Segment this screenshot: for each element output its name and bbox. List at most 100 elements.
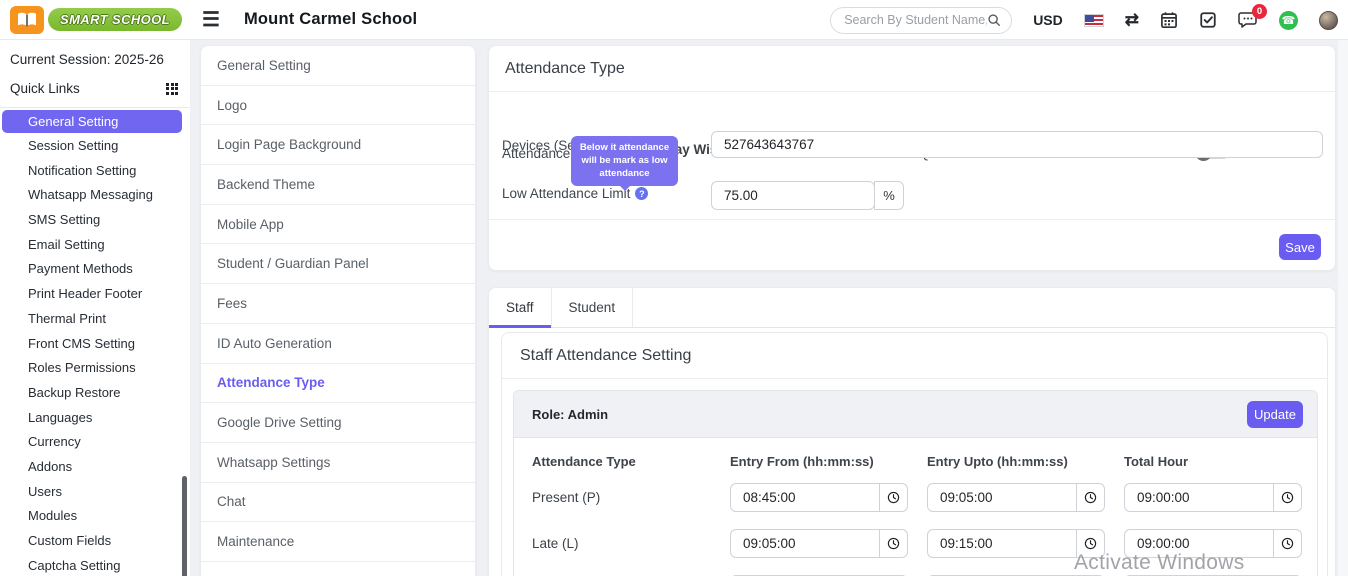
settings-menu-item-attendance-type[interactable]: Attendance Type [201, 364, 475, 404]
column-header-total-hour: Total Hour [1124, 454, 1314, 469]
clock-icon[interactable] [879, 529, 908, 558]
sidebar-item-languages[interactable]: Languages [0, 406, 190, 431]
low-attendance-tooltip: Below it attendance will be mark as low … [571, 136, 678, 186]
attendance-type-label: Late (L) [532, 536, 730, 551]
language-flag-icon[interactable] [1084, 14, 1104, 27]
sidebar-item-notification-setting[interactable]: Notification Setting [0, 159, 190, 184]
sidebar-item-print-header-footer[interactable]: Print Header Footer [0, 282, 190, 307]
header-actions: USD ⇄ 0 ☎ [830, 0, 1338, 40]
sidebar-scrollbar[interactable] [182, 476, 187, 576]
grid-apps-icon[interactable] [166, 83, 178, 95]
sidebar-item-users[interactable]: Users [0, 480, 190, 505]
sidebar-item-session-setting[interactable]: Session Setting [0, 134, 190, 159]
sidebar-item-sms-setting[interactable]: SMS Setting [0, 208, 190, 233]
chat-badge: 0 [1252, 4, 1267, 19]
column-header-entry-from-hh-mm-ss: Entry From (hh:mm:ss) [730, 454, 927, 469]
settings-menu-item-mobile-app[interactable]: Mobile App [201, 205, 475, 245]
attendance-settings-card: Staff Student Staff Attendance Setting R… [488, 287, 1336, 576]
settings-menu-item-logo[interactable]: Logo [201, 86, 475, 126]
top-header: SMART SCHOOL ☰ Mount Carmel School USD ⇄… [0, 0, 1348, 40]
role-admin-panel: Role: Admin Update Attendance TypeEntry … [513, 390, 1318, 576]
role-label: Role: Admin [532, 407, 608, 422]
attendance-type-label: Present (P) [532, 490, 730, 505]
sidebar-item-front-cms-setting[interactable]: Front CMS Setting [0, 332, 190, 357]
sidebar-item-whatsapp-messaging[interactable]: Whatsapp Messaging [0, 183, 190, 208]
page-scrollbar-track[interactable] [1338, 40, 1348, 576]
attendance-type-card: Attendance Type Attendance Day WisePerio… [488, 45, 1336, 271]
tab-bar: Staff Student [489, 288, 1335, 328]
search-icon[interactable] [987, 13, 1001, 27]
settings-menu-item-maintenance[interactable]: Maintenance [201, 522, 475, 562]
role-panel-header: Role: Admin Update [514, 391, 1317, 438]
entry-upto-input[interactable] [927, 483, 1077, 512]
save-button[interactable]: Save [1279, 234, 1321, 260]
sidebar-item-email-setting[interactable]: Email Setting [0, 233, 190, 258]
percent-addon: % [874, 181, 904, 210]
table-row-present-p: Present (P) [532, 474, 1317, 520]
quick-links-label: Quick Links [10, 81, 80, 96]
chat-icon[interactable]: 0 [1238, 11, 1258, 29]
update-button[interactable]: Update [1247, 401, 1303, 428]
sidebar-item-custom-fields[interactable]: Custom Fields [0, 529, 190, 554]
entry-from-input-group [730, 483, 927, 512]
swap-arrows-icon[interactable]: ⇄ [1125, 10, 1139, 30]
card-footer: Save [489, 219, 1335, 272]
currency-selector[interactable]: USD [1033, 12, 1063, 28]
tab-staff[interactable]: Staff [489, 288, 552, 327]
entry-from-input[interactable] [730, 483, 880, 512]
sidebar-item-thermal-print[interactable]: Thermal Print [0, 307, 190, 332]
sidebar-item-roles-permissions[interactable]: Roles Permissions [0, 356, 190, 381]
total-hour-input-group [1124, 483, 1314, 512]
attendance-table-header: Attendance TypeEntry From (hh:mm:ss)Entr… [532, 448, 1317, 474]
sidebar-menu: General SettingSession SettingNotificati… [0, 110, 190, 576]
total-hour-input[interactable] [1124, 483, 1274, 512]
settings-menu-item-google-drive-setting[interactable]: Google Drive Setting [201, 403, 475, 443]
entry-upto-input[interactable] [927, 529, 1077, 558]
clock-icon[interactable] [1273, 529, 1302, 558]
staff-setting-title: Staff Attendance Setting [502, 333, 1327, 379]
clock-icon[interactable] [879, 483, 908, 512]
page-title: Mount Carmel School [244, 10, 417, 29]
low-attendance-label: Low Attendance Limit [502, 186, 630, 201]
settings-menu-item-whatsapp-settings[interactable]: Whatsapp Settings [201, 443, 475, 483]
entry-from-input-group [730, 529, 927, 558]
devices-input[interactable] [711, 131, 1323, 158]
sidebar-item-addons[interactable]: Addons [0, 455, 190, 480]
activate-windows-watermark: Activate Windows [1074, 551, 1245, 575]
column-header-entry-upto-hh-mm-ss: Entry Upto (hh:mm:ss) [927, 454, 1124, 469]
column-header-attendance-type: Attendance Type [532, 454, 730, 469]
sidebar-item-currency[interactable]: Currency [0, 430, 190, 455]
help-question-icon[interactable]: ? [635, 187, 648, 200]
task-check-icon[interactable] [1199, 11, 1217, 29]
staff-attendance-setting-card: Staff Attendance Setting Role: Admin Upd… [501, 332, 1328, 576]
main-sidebar: Current Session: 2025-26 Quick Links Gen… [0, 40, 190, 576]
clock-icon[interactable] [1076, 483, 1105, 512]
whatsapp-icon[interactable]: ☎ [1279, 11, 1298, 30]
user-avatar[interactable] [1319, 11, 1338, 30]
settings-menu-card: General SettingLogoLogin Page Background… [200, 45, 476, 576]
sidebar-item-general-setting[interactable]: General Setting [2, 110, 182, 133]
settings-menu-item-backend-theme[interactable]: Backend Theme [201, 165, 475, 205]
settings-menu-item-id-auto-generation[interactable]: ID Auto Generation [201, 324, 475, 364]
settings-menu-item-chat[interactable]: Chat [201, 483, 475, 523]
entry-upto-input-group [927, 483, 1124, 512]
clock-icon[interactable] [1273, 483, 1302, 512]
calendar-icon[interactable] [1160, 11, 1178, 29]
settings-menu-item-login-page-background[interactable]: Login Page Background [201, 125, 475, 165]
low-attendance-input[interactable] [711, 181, 875, 210]
student-search[interactable] [830, 7, 1012, 34]
settings-menu-item-general-setting[interactable]: General Setting [201, 46, 475, 86]
app-logo[interactable]: SMART SCHOOL [0, 6, 190, 34]
sidebar-item-captcha-setting[interactable]: Captcha Setting [0, 554, 190, 576]
sidebar-item-payment-methods[interactable]: Payment Methods [0, 257, 190, 282]
entry-from-input[interactable] [730, 529, 880, 558]
search-input[interactable] [844, 13, 987, 27]
settings-menu-item-student-guardian-panel[interactable]: Student / Guardian Panel [201, 244, 475, 284]
sidebar-item-backup-restore[interactable]: Backup Restore [0, 381, 190, 406]
sidebar-item-modules[interactable]: Modules [0, 504, 190, 529]
logo-text: SMART SCHOOL [48, 8, 182, 31]
book-logo-icon [10, 6, 44, 34]
hamburger-menu-icon[interactable]: ☰ [202, 7, 220, 32]
tab-student[interactable]: Student [552, 288, 634, 327]
settings-menu-item-fees[interactable]: Fees [201, 284, 475, 324]
